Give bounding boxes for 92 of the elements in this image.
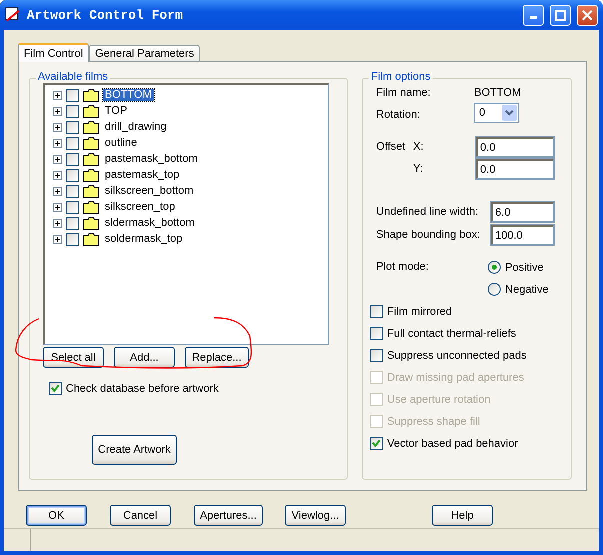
checkbox-label: Suppress shape fill	[387, 416, 480, 428]
radio-button[interactable]	[488, 261, 502, 274]
checkbox[interactable]	[66, 216, 79, 230]
field-label: Offset	[376, 141, 406, 153]
expand-icon[interactable]	[53, 202, 62, 212]
checkbox[interactable]	[49, 382, 62, 395]
expand-icon[interactable]	[53, 122, 62, 132]
checkbox[interactable]	[370, 305, 384, 318]
chevron-down-icon	[505, 110, 514, 116]
checkbox[interactable]	[66, 104, 79, 118]
checkbox[interactable]	[66, 152, 79, 166]
checkbox[interactable]	[370, 327, 384, 340]
expand-icon[interactable]	[53, 234, 62, 244]
expand-icon[interactable]	[53, 154, 62, 164]
tree-item[interactable]: silkscreen_bottom	[103, 185, 196, 197]
tab[interactable]: General Parameters	[89, 45, 200, 61]
checkbox[interactable]	[66, 232, 79, 246]
checkbox-label: Full contact thermal-reliefs	[387, 328, 516, 340]
folder-icon	[83, 200, 99, 214]
folder-icon	[83, 136, 99, 150]
tab[interactable]: Film Control	[18, 43, 90, 62]
action-button[interactable]: Replace...	[185, 347, 249, 368]
checkbox[interactable]	[66, 136, 79, 150]
offset-x-field[interactable]: 0.0	[476, 137, 554, 157]
group-title: Available films	[36, 71, 110, 83]
tree-item[interactable]: pastemask_top	[103, 169, 182, 181]
action-button[interactable]: Select all	[43, 347, 104, 368]
field-label: Undefined line width:	[376, 206, 479, 218]
checkbox[interactable]	[66, 168, 79, 182]
checkbox-label: Use aperture rotation	[387, 394, 491, 406]
field-label: X:	[413, 141, 424, 153]
rotation-dropdown[interactable]: 0	[474, 103, 520, 123]
line-width-field[interactable]: 6.0	[491, 202, 554, 222]
group-title: Film options	[369, 71, 433, 83]
tree-item[interactable]: silkscreen_top	[103, 201, 178, 213]
checkbox[interactable]	[66, 120, 79, 134]
expand-icon[interactable]	[53, 90, 62, 100]
checkbox-label: Vector based pad behavior	[387, 438, 518, 450]
field-label: Rotation:	[376, 109, 420, 121]
folder-icon	[83, 120, 99, 134]
folder-icon	[83, 232, 99, 246]
bounding-box-field[interactable]: 100.0	[491, 225, 554, 245]
tree-item[interactable]: drill_drawing	[103, 121, 169, 133]
folder-icon	[83, 104, 99, 118]
radio-label: Positive	[505, 262, 544, 274]
tree-item[interactable]: BOTTOM	[103, 89, 154, 101]
radio-button[interactable]	[488, 283, 502, 296]
create-artwork-button[interactable]: Create Artwork	[92, 435, 177, 465]
folder-icon	[83, 184, 99, 198]
dialog-button[interactable]: Viewlog...	[285, 505, 346, 526]
expand-icon[interactable]	[53, 106, 62, 116]
tree-item[interactable]: outline	[103, 137, 140, 149]
tree-item[interactable]: TOP	[103, 105, 130, 117]
dialog-button[interactable]: Apertures...	[194, 505, 263, 526]
offset-y-field[interactable]: 0.0	[476, 159, 554, 179]
checkbox-label: Film mirrored	[387, 306, 452, 318]
checkbox[interactable]	[66, 184, 79, 198]
checkbox-label: Suppress unconnected pads	[387, 350, 527, 362]
dialog-button[interactable]: Cancel	[110, 505, 171, 526]
maximize-icon	[555, 10, 566, 20]
action-button[interactable]: Add...	[114, 347, 175, 368]
expand-icon[interactable]	[53, 170, 62, 180]
checkbox[interactable]	[66, 88, 79, 102]
folder-icon	[83, 88, 99, 102]
folder-icon	[83, 152, 99, 166]
expand-icon[interactable]	[53, 186, 62, 196]
tree-item[interactable]: soldermask_top	[103, 233, 185, 245]
minimize-button[interactable]	[523, 4, 544, 26]
dialog-button[interactable]: Help	[432, 505, 493, 526]
expand-icon[interactable]	[53, 218, 62, 228]
dialog-button[interactable]: OK	[26, 505, 87, 526]
radio-label: Negative	[505, 284, 549, 296]
close-icon	[582, 10, 593, 20]
film-name-value: BOTTOM	[474, 87, 522, 99]
maximize-button[interactable]	[550, 4, 571, 26]
field-label: Film name:	[376, 87, 431, 99]
window-title: Artwork Control Form	[27, 8, 184, 22]
field-label: Shape bounding box:	[376, 229, 480, 241]
app-icon	[5, 7, 21, 23]
tree-item[interactable]: sldermask_bottom	[103, 217, 197, 229]
folder-icon	[83, 168, 99, 182]
checkbox-label: Draw missing pad apertures	[387, 372, 524, 384]
field-label: Plot mode:	[376, 261, 429, 273]
checkbox[interactable]	[370, 349, 384, 362]
folder-icon	[83, 216, 99, 230]
close-button[interactable]	[577, 4, 598, 26]
checkbox[interactable]	[370, 437, 384, 450]
expand-icon[interactable]	[53, 138, 62, 148]
checkbox-label: Check database before artwork	[66, 382, 219, 394]
field-label: Y:	[413, 163, 424, 175]
tree-item[interactable]: pastemask_bottom	[103, 153, 200, 165]
checkbox[interactable]	[66, 200, 79, 214]
